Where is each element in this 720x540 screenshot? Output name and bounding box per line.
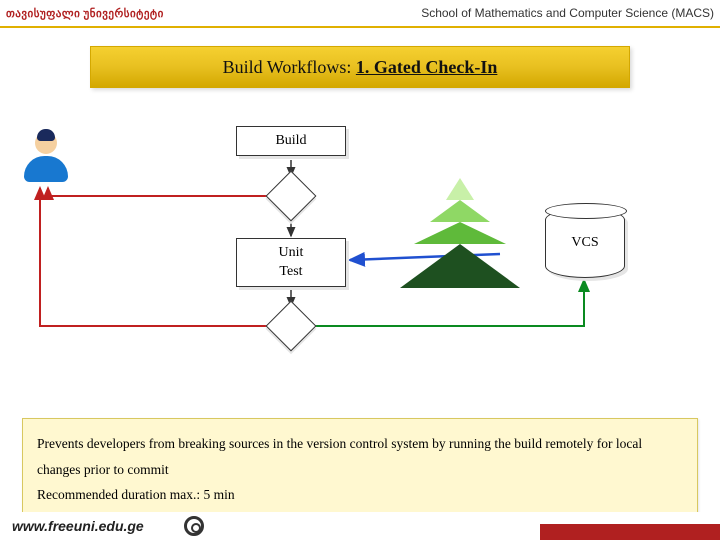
vcs-cylinder: VCS [545,208,625,278]
footer-url: www.freeuni.edu.ge [12,518,144,534]
top-header: თავისუფალი უნივერსიტეტი School of Mathem… [0,0,720,28]
test-pyramid-icon [400,178,520,288]
unit-label-2: Test [237,264,345,280]
description-line-2: Recommended duration max.: 5 min [37,482,683,508]
title-prefix: Build Workflows: [223,57,356,77]
decision-diamond-2 [266,301,317,352]
footer-logo-icon [184,516,204,536]
vcs-label: VCS [546,235,624,251]
build-step-box: Build [236,126,346,156]
school-name: School of Mathematics and Computer Scien… [421,6,714,20]
unit-label-1: Unit [237,245,345,261]
footer: www.freeuni.edu.ge [0,512,720,540]
slide-title-bar: Build Workflows: 1. Gated Check-In [90,46,630,88]
description-line-1: Prevents developers from breaking source… [37,431,683,482]
footer-stripe [540,524,720,540]
developer-icon [20,132,72,188]
slide-title: Build Workflows: 1. Gated Check-In [223,57,498,78]
title-main: 1. Gated Check-In [356,57,498,77]
university-name: თავისუფალი უნივერსიტეტი [6,7,164,20]
build-label: Build [275,133,306,148]
decision-diamond-1 [266,171,317,222]
workflow-diagram: Build Unit Test VCS [0,88,720,418]
unit-test-box: Unit Test [236,238,346,287]
description-note: Prevents developers from breaking source… [22,418,698,521]
